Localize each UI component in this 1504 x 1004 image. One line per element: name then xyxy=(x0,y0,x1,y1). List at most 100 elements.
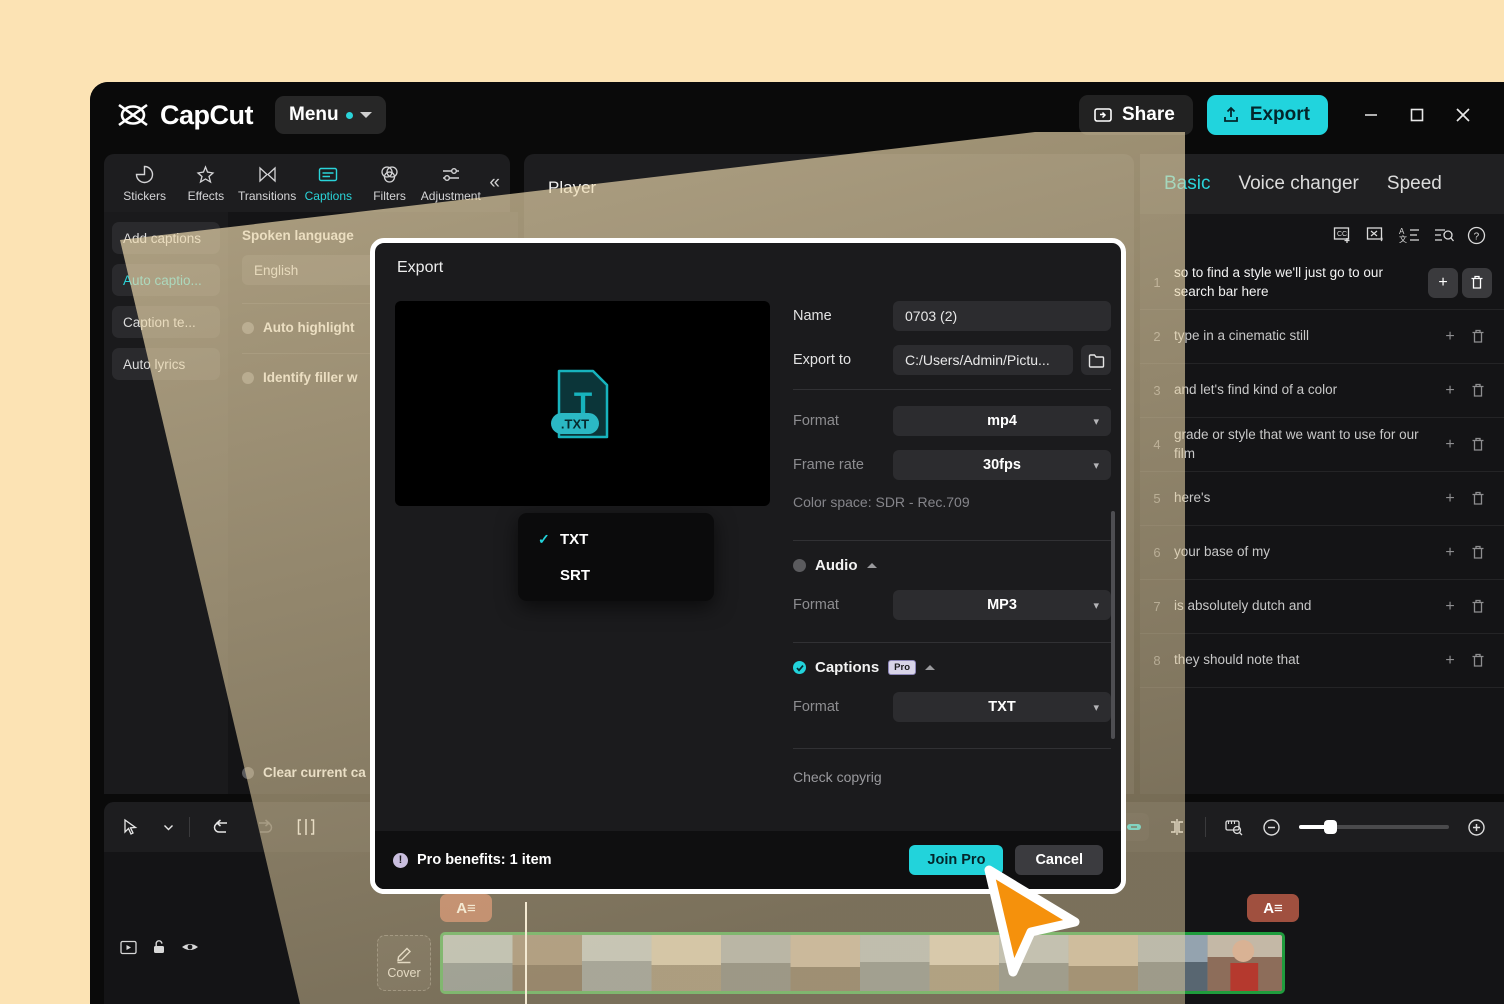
cut-audio-icon[interactable] xyxy=(1366,226,1386,244)
video-clip[interactable] xyxy=(440,932,1285,994)
caption-text[interactable]: here's xyxy=(1174,489,1436,507)
tool-adjustment[interactable]: Adjustment xyxy=(420,164,481,203)
chevron-up-icon[interactable] xyxy=(866,563,877,568)
audio-section-header[interactable]: Audio xyxy=(793,557,1111,574)
caption-row[interactable]: 1 so to find a style we'll just go to ou… xyxy=(1140,256,1504,310)
caption-add-button[interactable]: + xyxy=(1436,431,1464,459)
svg-text:文: 文 xyxy=(1399,234,1407,244)
caption-delete-button[interactable] xyxy=(1464,431,1492,459)
crop-icon[interactable] xyxy=(1167,818,1187,836)
redo-icon[interactable] xyxy=(254,818,274,836)
tool-captions[interactable]: Captions xyxy=(298,164,359,203)
caption-text[interactable]: your base of my xyxy=(1174,543,1436,561)
caption-text[interactable]: so to find a style we'll just go to our … xyxy=(1174,264,1424,300)
caption-delete-button[interactable] xyxy=(1464,539,1492,567)
select-tool-dropdown-icon[interactable] xyxy=(162,821,175,834)
caption-row[interactable]: 2 type in a cinematic still + xyxy=(1140,310,1504,364)
tab-voice-changer[interactable]: Voice changer xyxy=(1238,173,1358,195)
caption-row[interactable]: 6 your base of my + xyxy=(1140,526,1504,580)
thumbnail-view-icon[interactable] xyxy=(1224,818,1244,836)
tool-transitions[interactable]: Transitions xyxy=(236,164,297,203)
caption-text[interactable]: type in a cinematic still xyxy=(1174,327,1436,345)
dropdown-option-srt[interactable]: SRT xyxy=(518,557,714,593)
browse-folder-button[interactable] xyxy=(1081,345,1111,375)
audio-format-select[interactable]: MP3 ▾ xyxy=(893,590,1111,620)
timeline-zoom-slider[interactable] xyxy=(1299,820,1449,834)
caption-delete-button[interactable] xyxy=(1464,485,1492,513)
tab-speed[interactable]: Speed xyxy=(1387,173,1442,195)
close-button[interactable] xyxy=(1440,92,1486,138)
share-button[interactable]: Share xyxy=(1079,95,1193,135)
tool-effects[interactable]: Effects xyxy=(175,164,236,203)
sidebar-item-add-captions[interactable]: Add captions xyxy=(112,222,220,254)
caption-delete-button[interactable] xyxy=(1464,377,1492,405)
captions-section-header[interactable]: Captions Pro xyxy=(793,659,1111,676)
sidebar-item-auto-lyrics[interactable]: Auto lyrics xyxy=(112,348,220,380)
check-copyright-label[interactable]: Check copyrig xyxy=(793,769,1111,785)
caption-delete-button[interactable] xyxy=(1464,593,1492,621)
caption-delete-button[interactable] xyxy=(1462,267,1492,298)
collapse-panel-button[interactable]: « xyxy=(489,172,500,194)
caption-row[interactable]: 5 here's + xyxy=(1140,472,1504,526)
minimize-button[interactable] xyxy=(1348,92,1394,138)
caption-row[interactable]: 8 they should note that + xyxy=(1140,634,1504,688)
caption-row[interactable]: 7 is absolutely dutch and + xyxy=(1140,580,1504,634)
video-format-select[interactable]: mp4 ▾ xyxy=(893,406,1111,436)
caption-add-button[interactable]: + xyxy=(1436,647,1464,675)
zoom-slider-handle[interactable] xyxy=(1324,820,1337,834)
maximize-button[interactable] xyxy=(1394,92,1440,138)
caption-text[interactable]: is absolutely dutch and xyxy=(1174,597,1436,615)
caption-add-button[interactable]: + xyxy=(1436,485,1464,513)
cover-button[interactable]: Cover xyxy=(377,935,431,991)
track-lock-icon[interactable] xyxy=(151,939,167,955)
playhead[interactable] xyxy=(525,902,527,1004)
tool-filters[interactable]: Filters xyxy=(359,164,420,203)
chevron-down-icon: ▾ xyxy=(1093,415,1099,428)
dropdown-option-txt[interactable]: ✓ TXT xyxy=(518,521,714,557)
track-visibility-icon[interactable] xyxy=(181,940,199,954)
sidebar-item-caption-templates[interactable]: Caption te... xyxy=(112,306,220,338)
caption-add-button[interactable]: + xyxy=(1436,323,1464,351)
caption-add-button[interactable]: + xyxy=(1436,539,1464,567)
tool-stickers[interactable]: Stickers xyxy=(114,164,175,203)
zoom-in-icon[interactable] xyxy=(1467,818,1486,837)
select-tool-icon[interactable] xyxy=(122,818,140,836)
caption-tools-row: CC A文 ? xyxy=(1140,214,1504,256)
audio-checkbox-icon[interactable] xyxy=(793,559,806,572)
add-caption-icon[interactable]: CC xyxy=(1333,226,1353,244)
frame-rate-select[interactable]: 30fps ▾ xyxy=(893,450,1111,480)
caption-clip-badge[interactable]: A≡ xyxy=(440,894,492,922)
sidebar-item-auto-captions[interactable]: Auto captio... xyxy=(112,264,220,296)
caption-row[interactable]: 3 and let's find kind of a color + xyxy=(1140,364,1504,418)
tool-label: Captions xyxy=(304,188,352,203)
caption-text[interactable]: grade or style that we want to use for o… xyxy=(1174,426,1436,462)
search-list-icon[interactable] xyxy=(1434,226,1454,244)
caption-text[interactable]: they should note that xyxy=(1174,651,1436,669)
captions-checkbox-icon[interactable] xyxy=(793,661,806,674)
export-path-input[interactable]: C:/Users/Admin/Pictu... xyxy=(893,345,1073,375)
caption-add-button[interactable]: + xyxy=(1428,267,1458,298)
undo-icon[interactable] xyxy=(212,818,232,836)
export-name-row: Name 0703 (2) xyxy=(793,301,1111,331)
caption-add-button[interactable]: + xyxy=(1436,377,1464,405)
split-icon[interactable] xyxy=(296,818,316,836)
captions-format-select[interactable]: TXT ▾ xyxy=(893,692,1111,722)
export-dialog-scrollbar[interactable] xyxy=(1111,511,1115,739)
zoom-out-icon[interactable] xyxy=(1262,818,1281,837)
help-icon[interactable]: ? xyxy=(1467,226,1486,245)
export-dialog: Export T .TXT Name 0703 (2) Export to C:… xyxy=(370,238,1126,894)
tab-basic[interactable]: Basic xyxy=(1164,173,1210,195)
track-preview-icon[interactable] xyxy=(120,940,137,955)
caption-delete-button[interactable] xyxy=(1464,647,1492,675)
clear-current-captions-checkbox[interactable]: Clear current ca xyxy=(242,765,366,780)
name-input[interactable]: 0703 (2) xyxy=(893,301,1111,331)
caption-add-button[interactable]: + xyxy=(1436,593,1464,621)
caption-clip-badge[interactable]: A≡ xyxy=(1247,894,1299,922)
chevron-up-icon[interactable] xyxy=(925,665,936,670)
caption-delete-button[interactable] xyxy=(1464,323,1492,351)
caption-row[interactable]: 4 grade or style that we want to use for… xyxy=(1140,418,1504,472)
translate-icon[interactable]: A文 xyxy=(1399,226,1421,244)
menu-button[interactable]: Menu xyxy=(275,96,386,134)
caption-text[interactable]: and let's find kind of a color xyxy=(1174,381,1436,399)
export-button[interactable]: Export xyxy=(1206,95,1328,135)
